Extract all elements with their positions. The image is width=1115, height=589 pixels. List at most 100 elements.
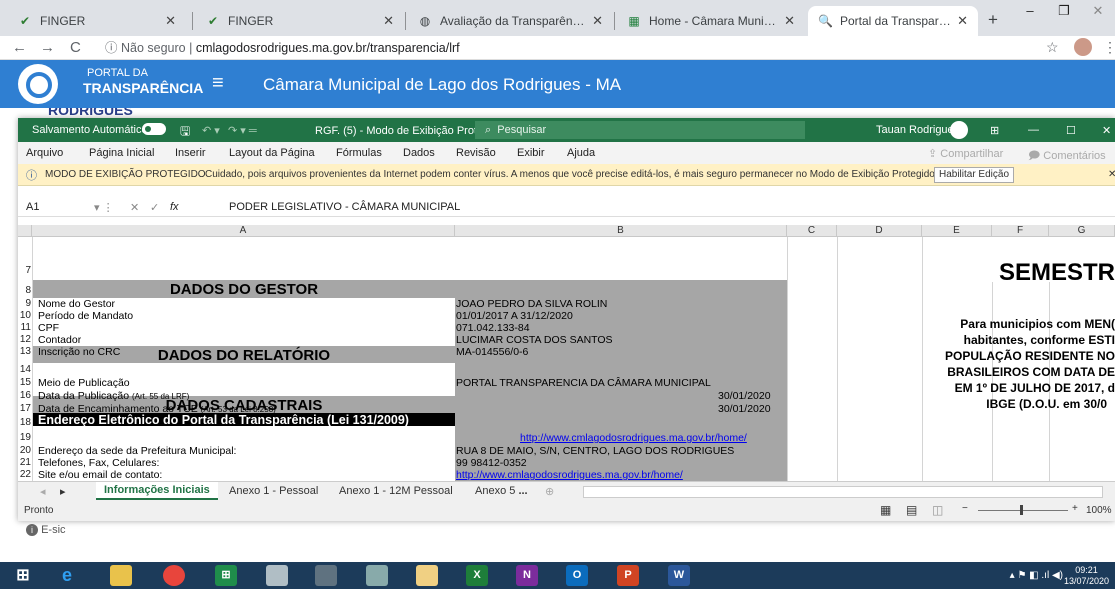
menu-pagina-inicial[interactable]: Página Inicial [89,147,154,159]
row-number[interactable]: 8 [18,285,32,296]
url-field[interactable]: ⓘ Não seguro | cmlagodosrodrigues.ma.gov… [105,38,460,58]
portal-logo-icon[interactable] [18,64,58,104]
cell-value[interactable]: LUCIMAR COSTA DOS SANTOS [456,334,613,346]
new-tab-button[interactable]: + [988,10,998,30]
page-layout-icon[interactable]: ▤ [906,503,917,517]
menu-ajuda[interactable]: Ajuda [567,147,595,159]
column-header-e[interactable]: E [922,225,992,237]
name-box-dropdown-icon[interactable]: ▾ ⋮ [94,201,114,214]
row-number[interactable]: 19 [18,432,32,443]
normal-view-icon[interactable]: ▦ [880,503,891,517]
column-header-d[interactable]: D [837,225,922,237]
hamburger-menu-icon[interactable]: ≡ [212,72,224,95]
cancel-icon[interactable]: ✕ [130,201,139,214]
row-number[interactable]: 20 [18,445,32,456]
cell-link[interactable]: http://www.cmlagodosrodrigues.ma.gov.br/… [456,469,683,481]
close-tab-icon[interactable]: ✕ [383,13,394,29]
back-icon[interactable]: ← [12,39,27,56]
prev-sheet-icon[interactable]: ◂ [40,485,46,498]
app-icon[interactable] [266,565,288,586]
cell-value[interactable]: 99 98412-0352 [456,457,527,469]
system-tray[interactable]: ▴ ⚑ ◧ .ıl ◀) [1010,570,1063,581]
undo-icon[interactable]: ↶ ▾ [202,124,220,137]
close-tab-icon[interactable]: ✕ [165,13,176,29]
row-number[interactable]: 18 [18,417,32,428]
zoom-slider-thumb[interactable] [1020,505,1023,515]
column-header-c[interactable]: C [787,225,837,237]
sheet-tab[interactable]: Anexo 1 - 12M Pessoal [339,485,453,497]
row-number[interactable]: 14 [18,364,32,375]
user-avatar[interactable] [950,121,968,139]
chrome-icon[interactable] [163,565,185,586]
bookmark-star-icon[interactable]: ☆ [1046,39,1059,56]
cell-value[interactable]: JOAO PEDRO DA SILVA ROLIN [456,298,607,310]
spreadsheet-grid[interactable]: 7 8 9 10 11 12 13 14 15 16 17 18 19 20 2… [18,237,1115,481]
enable-editing-button[interactable]: Habilitar Edição [934,167,1014,183]
horizontal-scrollbar[interactable] [583,486,1103,498]
search-box[interactable]: ⌕ Pesquisar [475,121,805,139]
notes-icon[interactable] [416,565,438,586]
close-tab-icon[interactable]: ✕ [957,13,968,29]
row-number[interactable]: 21 [18,457,32,468]
reload-icon[interactable]: C [70,39,81,56]
browser-tab[interactable]: ✔ FINGER ✕ [196,6,404,36]
close-tab-icon[interactable]: ✕ [784,13,795,29]
share-button[interactable]: ⇪ Compartilhar [928,147,1003,160]
esic-link[interactable]: i E-sic [26,524,66,536]
formula-input[interactable]: PODER LEGISLATIVO - CÂMARA MUNICIPAL [229,201,460,213]
row-number[interactable]: 9 [18,298,32,309]
restore-icon[interactable]: ☐ [1066,124,1076,137]
cell-value[interactable]: 01/01/2017 A 31/12/2020 [456,310,573,322]
column-header-g[interactable]: G [1049,225,1115,237]
column-header-a[interactable]: A [32,225,455,237]
menu-dots-icon[interactable]: ⋮ [1103,39,1115,56]
row-number[interactable]: 12 [18,334,32,345]
confirm-icon[interactable]: ✓ [150,201,159,214]
add-sheet-icon[interactable]: ⊕ [545,485,554,498]
row-number[interactable]: 17 [18,403,32,414]
close-window-icon[interactable]: ✕ [1081,0,1115,22]
column-header-f[interactable]: F [992,225,1049,237]
zoom-in-icon[interactable]: + [1072,503,1078,514]
ie-icon[interactable]: e [56,565,78,586]
row-number[interactable]: 11 [18,322,32,333]
browser-tab[interactable]: ◍Avaliação da Transparência dos✕ [408,6,613,36]
menu-arquivo[interactable]: Arquivo [26,147,63,159]
windows-start-icon[interactable]: ⊞ [12,565,34,586]
menu-formulas[interactable]: Fórmulas [336,147,382,159]
autosave-toggle[interactable] [142,123,166,136]
minimize-icon[interactable]: – [1013,0,1047,22]
zoom-slider[interactable] [978,510,1068,511]
calculator-icon[interactable] [315,565,337,586]
close-icon[interactable]: ✕ [1102,124,1111,137]
menu-inserir[interactable]: Inserir [175,147,206,159]
zoom-out-icon[interactable]: − [962,503,968,514]
page-break-icon[interactable]: ◫ [932,503,943,517]
forward-icon[interactable]: → [40,39,55,56]
name-box[interactable]: A1 [26,201,39,213]
row-number[interactable]: 16 [18,390,32,401]
info-icon[interactable]: ⓘ [105,41,118,55]
row-number[interactable]: 13 [18,346,32,357]
save-icon[interactable]: 🖫 [180,122,190,143]
excel-app-icon[interactable]: X [466,565,488,586]
redo-icon[interactable]: ↷ ▾ ═ [228,124,257,137]
menu-exibir[interactable]: Exibir [517,147,545,159]
insert-function-icon[interactable]: fx [170,201,179,213]
paint-icon[interactable] [366,565,388,586]
ribbon-display-icon[interactable]: ⊞ [990,124,999,137]
sheet-tab[interactable]: Anexo 5 ... [475,485,528,497]
close-bar-icon[interactable]: ✕ [1108,169,1115,180]
cell-value[interactable]: 30/01/2020 [718,403,771,415]
cell-value[interactable]: PORTAL TRANSPARENCIA DA CÂMARA MUNICIPAL [456,377,711,389]
restore-icon[interactable]: ❐ [1047,0,1081,22]
profile-avatar[interactable] [1074,38,1092,56]
minimize-icon[interactable]: — [1028,124,1039,136]
select-all-corner[interactable] [18,225,32,237]
file-explorer-icon[interactable] [110,565,132,586]
close-tab-icon[interactable]: ✕ [592,13,603,29]
browser-tab[interactable]: ✔ FINGER ✕ [8,6,186,36]
cell-value[interactable]: RUA 8 DE MAIO, S/N, CENTRO, LAGO DOS ROD… [456,445,734,457]
cell-link[interactable]: http://www.cmlagodosrodrigues.ma.gov.br/… [520,432,747,444]
menu-layout[interactable]: Layout da Página [229,147,315,159]
